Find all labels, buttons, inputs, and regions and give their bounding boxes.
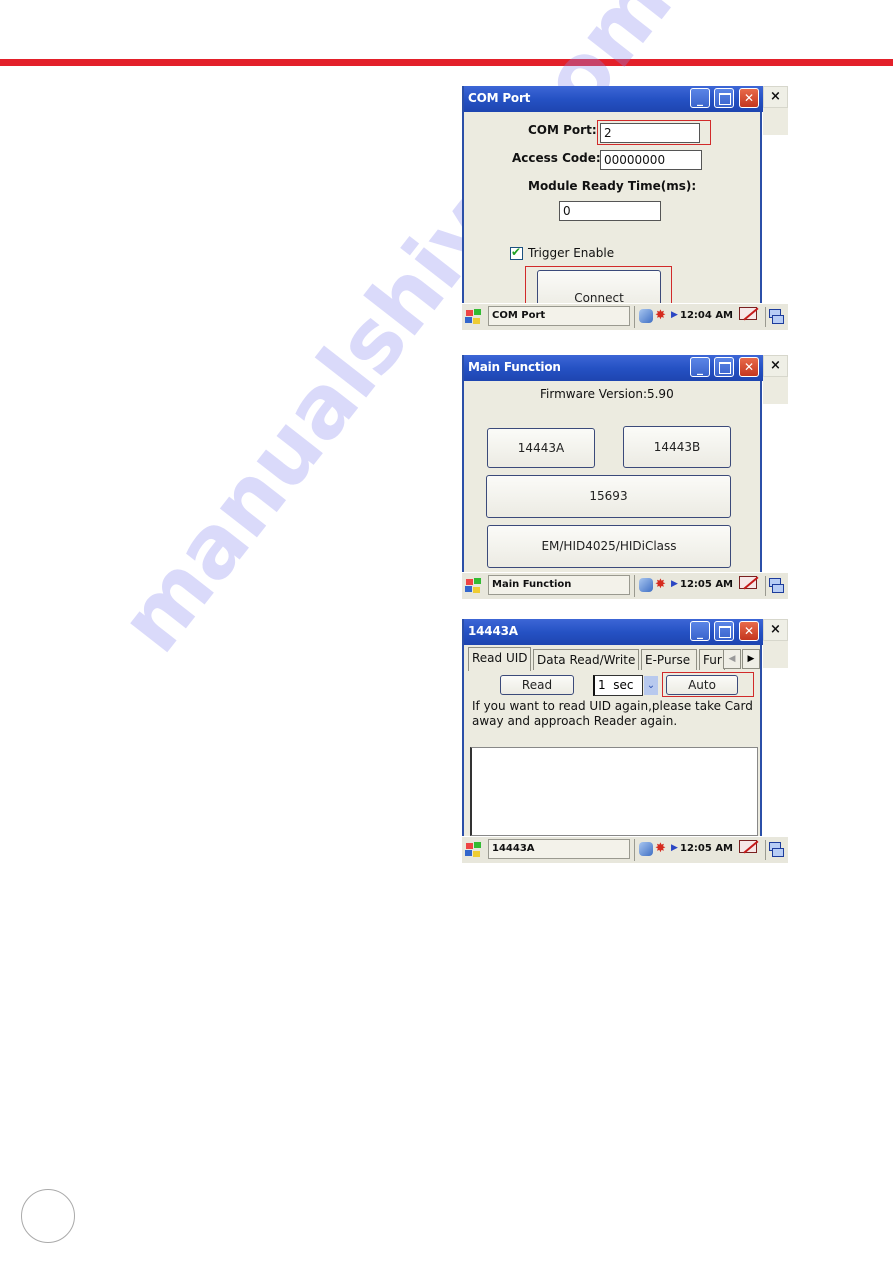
interval-select[interactable]: 1 sec ⌄ <box>593 675 658 696</box>
maximize-button[interactable] <box>714 357 734 377</box>
close-button[interactable]: ✕ <box>739 621 759 641</box>
side-panel: × <box>763 86 788 303</box>
window-switcher-icon[interactable] <box>765 840 786 860</box>
header-accent-bar <box>0 59 893 66</box>
maximize-icon <box>719 93 731 105</box>
iso14443a-window: 14443A _ ✕ Read UID Data Read/Write E-Pu… <box>462 619 764 836</box>
taskbar: COM Port ✸ ▶ 12:04 AM <box>462 303 788 330</box>
access-code-input[interactable]: 00000000 <box>600 150 702 170</box>
clock[interactable]: 12:05 AM <box>680 579 733 590</box>
network-icon[interactable] <box>639 842 653 856</box>
window-title: 14443A <box>468 624 518 638</box>
close-button[interactable]: ✕ <box>739 357 759 377</box>
uid-output-list[interactable] <box>470 747 758 836</box>
title-bar: Main Function _ ✕ <box>464 355 764 381</box>
tab-function[interactable]: Fur <box>699 649 725 670</box>
button-14443a[interactable]: 14443A <box>487 428 595 468</box>
tab-scroll-right-icon[interactable]: ▶ <box>742 649 760 669</box>
outer-close-button[interactable]: × <box>763 355 788 377</box>
minimize-button[interactable]: _ <box>690 88 710 108</box>
maximize-icon <box>719 362 731 374</box>
instruction-line-2: away and approach Reader again. <box>472 714 678 728</box>
clock[interactable]: 12:04 AM <box>680 310 733 321</box>
taskbar-task[interactable]: Main Function <box>488 575 630 595</box>
expand-tray-icon[interactable]: ▶ <box>671 843 678 853</box>
screenshot-com-port: COM Port _ ✕ COM Port: 2 Access Code: 00… <box>462 86 788 331</box>
chevron-down-icon[interactable]: ⌄ <box>644 676 658 695</box>
taskbar-task[interactable]: 14443A <box>488 839 630 859</box>
tab-read-uid[interactable]: Read UID <box>468 647 531 671</box>
tab-e-purse[interactable]: E-Purse <box>641 649 697 670</box>
interval-value: 1 sec <box>598 678 634 692</box>
minimize-button[interactable]: _ <box>690 357 710 377</box>
side-panel: × <box>763 355 788 572</box>
network-icon[interactable] <box>639 578 653 592</box>
close-icon: ✕ <box>743 91 755 105</box>
button-15693[interactable]: 15693 <box>486 475 731 518</box>
input-panel-icon[interactable] <box>739 840 759 858</box>
clock[interactable]: 12:05 AM <box>680 843 733 854</box>
taskbar: Main Function ✸ ▶ 12:05 AM <box>462 572 788 599</box>
highlight-connect <box>525 266 672 304</box>
close-icon: ✕ <box>743 624 755 638</box>
minimize-icon: _ <box>697 92 703 106</box>
side-panel: × <box>763 619 788 836</box>
start-icon[interactable] <box>464 576 484 596</box>
system-tray: ✸ ▶ 12:05 AM <box>634 575 737 597</box>
instruction-line-1: If you want to read UID again,please tak… <box>472 699 753 713</box>
highlight-com-port <box>597 120 711 145</box>
maximize-icon <box>719 626 731 638</box>
start-icon[interactable] <box>464 307 484 327</box>
button-14443b[interactable]: 14443B <box>623 426 731 468</box>
close-button[interactable]: ✕ <box>739 88 759 108</box>
module-ready-input[interactable]: 0 <box>559 201 661 221</box>
alert-icon[interactable]: ✸ <box>655 309 666 323</box>
minimize-icon: _ <box>697 625 703 639</box>
maximize-button[interactable] <box>714 621 734 641</box>
button-em-hid[interactable]: EM/HID4025/HIDiClass <box>487 525 731 568</box>
start-icon[interactable] <box>464 840 484 860</box>
outer-close-button[interactable]: × <box>763 619 788 641</box>
window-title: Main Function <box>468 360 561 374</box>
com-port-window: COM Port _ ✕ COM Port: 2 Access Code: 00… <box>462 86 764 310</box>
window-title: COM Port <box>468 91 531 105</box>
main-function-window: Main Function _ ✕ Firmware Version:5.90 … <box>462 355 764 572</box>
access-code-label: Access Code: <box>512 151 601 165</box>
maximize-button[interactable] <box>714 88 734 108</box>
firmware-version: Firmware Version:5.90 <box>540 387 674 401</box>
trigger-enable-label: Trigger Enable <box>528 246 615 260</box>
highlight-auto <box>662 672 754 697</box>
system-tray: ✸ ▶ 12:05 AM <box>634 839 737 861</box>
taskbar: 14443A ✸ ▶ 12:05 AM <box>462 836 788 863</box>
screenshot-main-function: Main Function _ ✕ Firmware Version:5.90 … <box>462 355 788 600</box>
system-tray: ✸ ▶ 12:04 AM <box>634 306 737 328</box>
checkmark-icon: ✔ <box>511 245 522 259</box>
read-button[interactable]: Read <box>500 675 574 695</box>
screenshot-14443a: 14443A _ ✕ Read UID Data Read/Write E-Pu… <box>462 619 788 864</box>
window-switcher-icon[interactable] <box>765 307 786 327</box>
com-port-label: COM Port: <box>528 123 597 137</box>
network-icon[interactable] <box>639 309 653 323</box>
minimize-button[interactable]: _ <box>690 621 710 641</box>
trigger-enable-checkbox[interactable]: ✔ <box>510 245 523 260</box>
module-ready-label: Module Ready Time(ms): <box>528 179 697 193</box>
title-bar: COM Port _ ✕ <box>464 86 764 112</box>
minimize-icon: _ <box>697 361 703 375</box>
expand-tray-icon[interactable]: ▶ <box>671 310 678 320</box>
title-bar: 14443A _ ✕ <box>464 619 764 645</box>
input-panel-icon[interactable] <box>739 576 759 594</box>
taskbar-task[interactable]: COM Port <box>488 306 630 326</box>
tab-scroll-left-icon[interactable]: ◀ <box>723 649 741 669</box>
window-switcher-icon[interactable] <box>765 576 786 596</box>
page-number-circle <box>21 1189 101 1244</box>
expand-tray-icon[interactable]: ▶ <box>671 579 678 589</box>
alert-icon[interactable]: ✸ <box>655 578 666 592</box>
close-icon: ✕ <box>743 360 755 374</box>
tab-data-read-write[interactable]: Data Read/Write <box>533 649 639 670</box>
outer-close-button[interactable]: × <box>763 86 788 108</box>
input-panel-icon[interactable] <box>739 307 759 325</box>
alert-icon[interactable]: ✸ <box>655 842 666 856</box>
